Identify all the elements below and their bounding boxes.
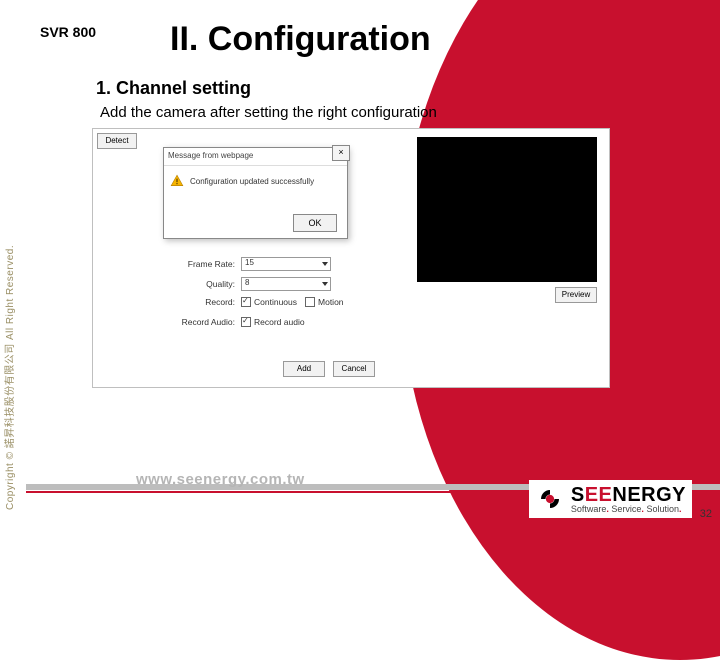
embedded-screenshot: Detect Preview Frame Rate: 15 Quality: 8… <box>92 128 610 388</box>
message-dialog: Message from webpage × Configuration upd… <box>163 147 348 239</box>
warning-icon <box>170 174 184 188</box>
frame-rate-select[interactable]: 15 <box>241 257 331 271</box>
brand-logo: SEENERGY Software. Service. Solution. <box>529 480 692 518</box>
frame-rate-label: Frame Rate: <box>163 259 235 269</box>
quality-row: Quality: 8 <box>163 277 331 291</box>
page-number: 32 <box>700 508 712 520</box>
motion-checkbox[interactable] <box>305 297 315 307</box>
copyright-text: Copyright © 諾昇科技股份有限公司 All Right Reserve… <box>1 245 16 510</box>
footer-url: www.seenergy.com.tw <box>136 471 305 488</box>
record-audio-row: Record Audio: Record audio <box>163 317 305 327</box>
dialog-close-button[interactable]: × <box>332 145 350 161</box>
subsection-heading: 1. Channel setting <box>96 78 251 99</box>
motion-label: Motion <box>318 297 344 307</box>
cancel-button[interactable]: Cancel <box>333 361 375 377</box>
detect-button[interactable]: Detect <box>97 133 137 149</box>
product-code: SVR 800 <box>40 24 96 40</box>
add-button[interactable]: Add <box>283 361 325 377</box>
preview-video-box <box>417 137 597 282</box>
quality-label: Quality: <box>163 279 235 289</box>
subsection-text: Add the camera after setting the right c… <box>100 104 437 121</box>
logo-mark-icon <box>535 484 565 514</box>
dialog-body: Configuration updated successfully <box>164 166 347 192</box>
dialog-ok-button[interactable]: OK <box>293 214 337 232</box>
record-label: Record: <box>163 297 235 307</box>
record-audio-opt-label: Record audio <box>254 317 305 327</box>
slide-title: II. Configuration <box>170 20 431 59</box>
continuous-checkbox[interactable] <box>241 297 251 307</box>
record-audio-checkbox[interactable] <box>241 317 251 327</box>
preview-button[interactable]: Preview <box>555 287 597 303</box>
frame-rate-row: Frame Rate: 15 <box>163 257 331 271</box>
logo-name: SEENERGY <box>571 485 686 505</box>
form-button-row: Add Cancel <box>283 361 375 377</box>
record-row: Record: Continuous Motion <box>163 297 344 307</box>
logo-tagline: Software. Service. Solution. <box>571 505 686 514</box>
quality-select[interactable]: 8 <box>241 277 331 291</box>
record-audio-label: Record Audio: <box>163 317 235 327</box>
dialog-message: Configuration updated successfully <box>190 177 314 186</box>
continuous-label: Continuous <box>254 297 297 307</box>
dialog-title: Message from webpage <box>164 148 347 166</box>
